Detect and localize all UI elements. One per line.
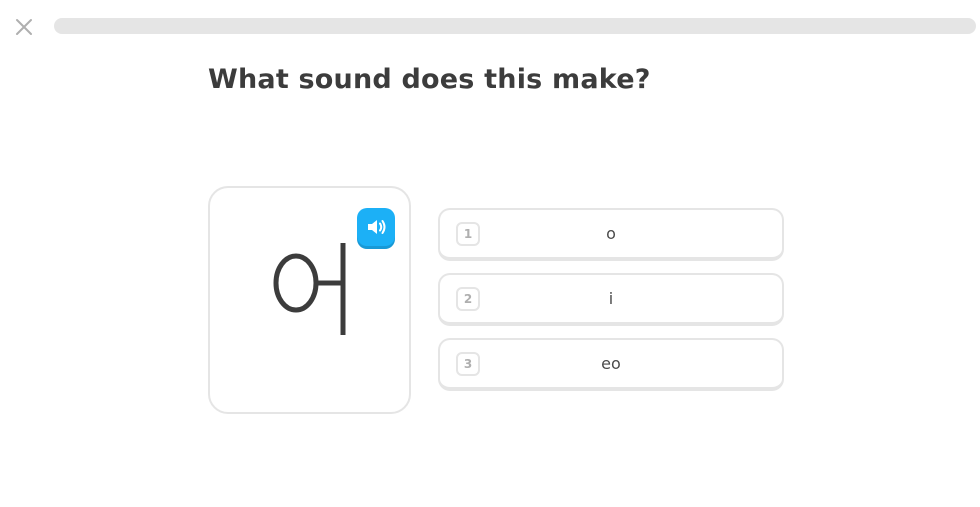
play-audio-button[interactable] xyxy=(357,208,395,246)
answer-option-2[interactable]: 2 i xyxy=(438,273,784,326)
answer-option-3[interactable]: 3 eo xyxy=(438,338,784,391)
character-glyph xyxy=(273,243,346,335)
character-card xyxy=(208,186,411,414)
close-icon xyxy=(16,19,32,35)
answer-options: 1 o 2 i 3 eo xyxy=(438,208,784,403)
option-label: i xyxy=(608,289,614,308)
progress-bar xyxy=(54,18,976,34)
speaker-icon xyxy=(368,220,386,234)
answer-option-1[interactable]: 1 o xyxy=(438,208,784,261)
option-label: eo xyxy=(601,354,621,373)
close-button[interactable] xyxy=(12,15,36,39)
option-label: o xyxy=(606,224,616,243)
question-title: What sound does this make? xyxy=(208,64,651,95)
